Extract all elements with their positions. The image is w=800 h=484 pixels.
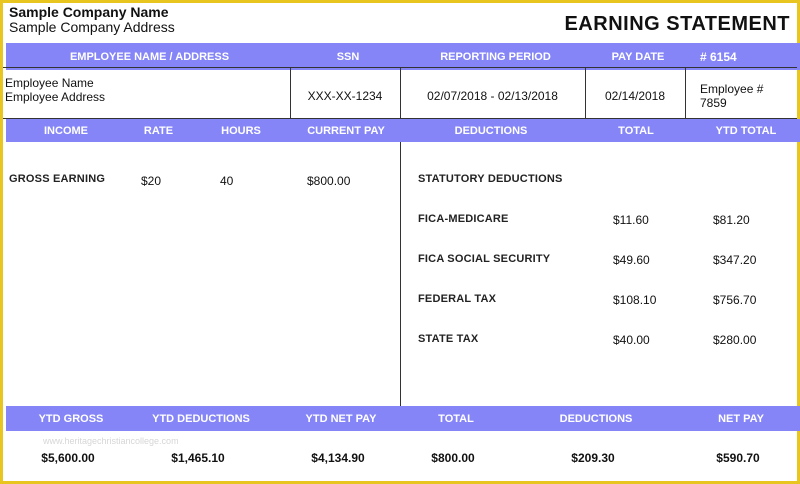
ssn-value: XXX-XX-1234 <box>307 89 383 103</box>
income-rate: $20 <box>141 174 162 188</box>
header-ytd-gross: YTD GROSS <box>38 413 104 425</box>
net-pay-value: $590.70 <box>716 451 760 465</box>
company-name: Sample Company Name <box>9 4 169 20</box>
summary-total-value: $800.00 <box>431 451 475 465</box>
header-hours: HOURS <box>221 125 261 137</box>
header-ytd-total: YTD TOTAL <box>715 125 777 137</box>
deduction-total: $40.00 <box>613 333 650 347</box>
ytd-deductions-value: $1,465.10 <box>171 451 225 465</box>
ytd-gross-value: $5,600.00 <box>41 451 95 465</box>
employee-number: 7859 <box>700 96 727 110</box>
detail-header-band: INCOME RATE HOURS CURRENT PAY DEDUCTIONS… <box>6 119 800 142</box>
deduction-ytd: $81.20 <box>713 213 750 227</box>
pay-date-value: 02/14/2018 <box>604 89 666 103</box>
deduction-total: $49.60 <box>613 253 650 267</box>
statement-title: EARNING STATEMENT <box>564 13 790 35</box>
header-rate: RATE <box>143 125 174 137</box>
deduction-name: FICA-MEDICARE <box>418 213 509 225</box>
header-reporting-period: REPORTING PERIOD <box>440 51 551 63</box>
header-pay-date: PAY DATE <box>611 51 665 63</box>
earning-statement: Sample Company Name Sample Company Addre… <box>0 0 800 484</box>
header-current-pay: CURRENT PAY <box>307 125 385 137</box>
header-summary-deductions: DEDUCTIONS <box>559 413 633 425</box>
header-ytd-net-pay: YTD NET PAY <box>305 413 377 425</box>
employee-number-label: Employee # <box>700 82 764 96</box>
header-deductions: DEDUCTIONS <box>454 125 528 137</box>
income-current-pay: $800.00 <box>307 174 351 188</box>
check-number: # 6154 <box>700 50 737 64</box>
deduction-name: FICA SOCIAL SECURITY <box>418 253 551 265</box>
ytd-net-pay-value: $4,134.90 <box>311 451 365 465</box>
employee-address: Employee Address <box>5 90 106 104</box>
info-header-band: EMPLOYEE NAME / ADDRESS SSN REPORTING PE… <box>6 43 800 70</box>
deduction-ytd: $280.00 <box>713 333 757 347</box>
header-net-pay: NET PAY <box>718 413 764 425</box>
deduction-ytd: $347.20 <box>713 253 757 267</box>
header-summary-total: TOTAL <box>438 413 474 425</box>
header-ssn: SSN <box>336 51 360 63</box>
deduction-name: STATE TAX <box>418 333 479 345</box>
deduction-name: FEDERAL TAX <box>418 293 497 305</box>
income-hours: 40 <box>220 174 234 188</box>
watermark-text: www.heritagechristiancollege.com <box>43 436 179 446</box>
info-row-divider <box>685 67 686 119</box>
deduction-ytd: $756.70 <box>713 293 757 307</box>
employee-name: Employee Name <box>5 76 94 90</box>
header-employee-name-address: EMPLOYEE NAME / ADDRESS <box>69 51 230 63</box>
summary-deductions-value: $209.30 <box>571 451 615 465</box>
deduction-total: $108.10 <box>613 293 657 307</box>
header-ytd-deductions: YTD DEDUCTIONS <box>152 413 250 425</box>
income-label: GROSS EARNING <box>9 173 106 185</box>
income-deductions-divider <box>400 142 401 406</box>
statutory-deductions-label: STATUTORY DEDUCTIONS <box>418 173 563 185</box>
header-total: TOTAL <box>618 125 654 137</box>
summary-header-band: YTD GROSS YTD DEDUCTIONS YTD NET PAY TOT… <box>6 406 800 431</box>
header-income: INCOME <box>44 125 88 137</box>
company-address: Sample Company Address <box>9 19 175 35</box>
reporting-period-value: 02/07/2018 - 02/13/2018 <box>427 89 558 103</box>
deduction-total: $11.60 <box>613 213 649 227</box>
